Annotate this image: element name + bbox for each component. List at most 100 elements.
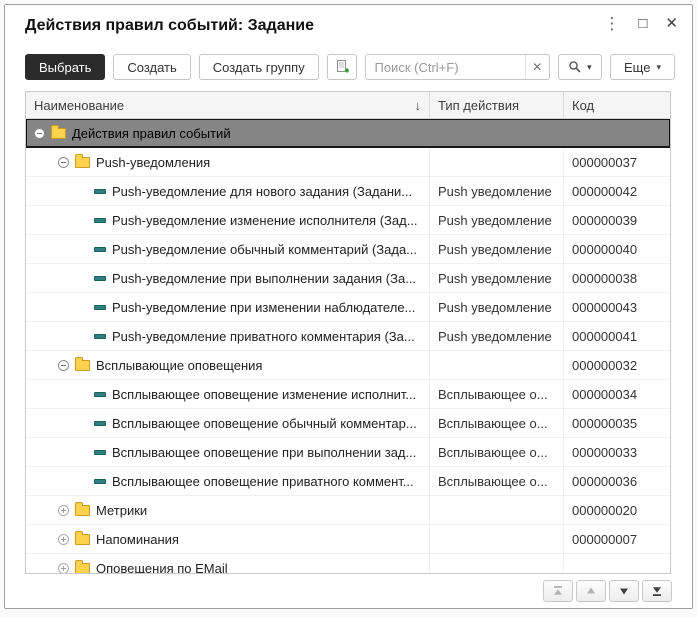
close-icon[interactable]: ✕	[665, 16, 678, 31]
scroll-down-button[interactable]	[609, 580, 639, 602]
name-cell: Всплывающее оповещение обычный комментар…	[26, 409, 430, 437]
code-cell: 000000042	[564, 177, 670, 205]
magnifier-icon	[568, 60, 582, 74]
name-cell: Всплывающее оповещение при выполнении за…	[26, 438, 430, 466]
create-button[interactable]: Создать	[113, 54, 190, 80]
action-type-cell	[430, 148, 564, 176]
window-controls: ⋮ □ ✕	[603, 15, 678, 32]
title-bar: Действия правил событий: Задание ⋮ □ ✕	[5, 5, 692, 51]
scroll-to-bottom-button[interactable]	[642, 580, 672, 602]
code-cell: 000000032	[564, 351, 670, 379]
expander-icon[interactable]	[58, 563, 69, 574]
maximize-icon[interactable]: □	[638, 16, 647, 31]
table-row[interactable]: Push-уведомление для нового задания (Зад…	[26, 177, 670, 206]
item-dash-icon	[94, 450, 106, 455]
table-row[interactable]: Оповещения по EMail	[26, 554, 670, 573]
folder-icon	[75, 563, 90, 573]
search-button[interactable]: ▾	[558, 54, 602, 80]
search-input[interactable]	[366, 55, 524, 79]
row-label: Push-уведомление при изменении наблюдате…	[112, 300, 415, 315]
code-cell: 000000038	[564, 264, 670, 292]
table-row[interactable]: Push-уведомление при выполнении задания …	[26, 264, 670, 293]
search-box: ✕	[365, 54, 549, 80]
create-group-button[interactable]: Создать группу	[199, 54, 319, 80]
expander-icon[interactable]	[58, 360, 69, 371]
scroll-up-button[interactable]	[576, 580, 606, 602]
table-row[interactable]: Push-уведомление изменение исполнителя (…	[26, 206, 670, 235]
name-cell: Push-уведомление обычный комментарий (За…	[26, 235, 430, 263]
row-label: Напоминания	[96, 532, 179, 547]
folder-icon	[75, 534, 90, 545]
code-cell: 000000035	[564, 409, 670, 437]
row-label: Действия правил событий	[72, 126, 231, 141]
action-type-cell	[430, 496, 564, 524]
table-row[interactable]: Всплывающие оповещения 000000032	[26, 351, 670, 380]
expander-icon[interactable]	[34, 128, 45, 139]
table-row[interactable]: Метрики 000000020	[26, 496, 670, 525]
column-header-name[interactable]: Наименование ↓	[26, 92, 430, 118]
name-cell: Push-уведомление при изменении наблюдате…	[26, 293, 430, 321]
code-cell	[564, 554, 670, 573]
table-row[interactable]: Push-уведомление при изменении наблюдате…	[26, 293, 670, 322]
scroll-to-bottom-icon	[651, 585, 663, 597]
item-dash-icon	[94, 479, 106, 484]
row-label: Всплывающее оповещение при выполнении за…	[112, 445, 416, 460]
item-dash-icon	[94, 247, 106, 252]
more-button-label: Еще	[624, 60, 650, 75]
row-label: Всплывающее оповещение приватного коммен…	[112, 474, 414, 489]
scroll-to-top-button[interactable]	[543, 580, 573, 602]
action-type-cell	[430, 554, 564, 573]
item-dash-icon	[94, 218, 106, 223]
item-dash-icon	[94, 334, 106, 339]
scroll-to-top-icon	[552, 585, 564, 597]
table-row[interactable]: Push-уведомления 000000037	[26, 148, 670, 177]
name-cell: Напоминания	[26, 525, 430, 553]
folder-icon	[75, 157, 90, 168]
code-cell: 000000041	[564, 322, 670, 350]
table-row[interactable]: Всплывающее оповещение приватного коммен…	[26, 467, 670, 496]
row-label: Оповещения по EMail	[96, 561, 228, 574]
code-cell: 000000033	[564, 438, 670, 466]
row-label: Всплывающее оповещение изменение исполни…	[112, 387, 416, 402]
table-row[interactable]: Напоминания 000000007	[26, 525, 670, 554]
scroll-nav-strip	[543, 580, 672, 602]
item-dash-icon	[94, 305, 106, 310]
expander-icon[interactable]	[58, 157, 69, 168]
name-cell: Всплывающее оповещение изменение исполни…	[26, 380, 430, 408]
item-dash-icon	[94, 276, 106, 281]
action-type-cell: Push уведомление	[430, 235, 564, 263]
table-row[interactable]: Действия правил событий	[26, 119, 670, 148]
action-type-cell: Push уведомление	[430, 264, 564, 292]
expander-icon[interactable]	[58, 534, 69, 545]
more-button[interactable]: Еще ▾	[610, 54, 675, 80]
table-row[interactable]: Всплывающее оповещение при выполнении за…	[26, 438, 670, 467]
expander-icon[interactable]	[58, 505, 69, 516]
create-new-group-icon-button[interactable]	[327, 54, 358, 80]
action-type-cell: Всплывающее о...	[430, 409, 564, 437]
item-dash-icon	[94, 392, 106, 397]
row-label: Всплывающее оповещение обычный комментар…	[112, 416, 417, 431]
window-menu-icon[interactable]: ⋮	[603, 15, 620, 32]
code-cell: 000000039	[564, 206, 670, 234]
sort-descending-icon: ↓	[415, 98, 422, 113]
actions-table: Наименование ↓ Тип действия Код Действия…	[25, 91, 671, 574]
column-header-code[interactable]: Код	[564, 92, 670, 118]
folder-icon	[75, 505, 90, 516]
action-type-cell: Push уведомление	[430, 322, 564, 350]
chevron-down-icon: ▾	[656, 62, 661, 73]
code-cell	[564, 119, 670, 147]
row-label: Push-уведомление изменение исполнителя (…	[112, 213, 418, 228]
column-header-type[interactable]: Тип действия	[430, 92, 564, 118]
select-button[interactable]: Выбрать	[25, 54, 105, 80]
row-label: Push-уведомление обычный комментарий (За…	[112, 242, 417, 257]
table-row[interactable]: Push-уведомление приватного комментария …	[26, 322, 670, 351]
name-cell: Действия правил событий	[26, 119, 430, 147]
table-row[interactable]: Всплывающее оповещение изменение исполни…	[26, 380, 670, 409]
code-cell: 000000034	[564, 380, 670, 408]
action-type-cell	[430, 119, 564, 147]
window-title: Действия правил событий: Задание	[25, 17, 314, 35]
table-row[interactable]: Всплывающее оповещение обычный комментар…	[26, 409, 670, 438]
table-row[interactable]: Push-уведомление обычный комментарий (За…	[26, 235, 670, 264]
search-clear-icon[interactable]: ✕	[525, 55, 549, 79]
toolbar: Выбрать Создать Создать группу ✕	[25, 53, 675, 81]
